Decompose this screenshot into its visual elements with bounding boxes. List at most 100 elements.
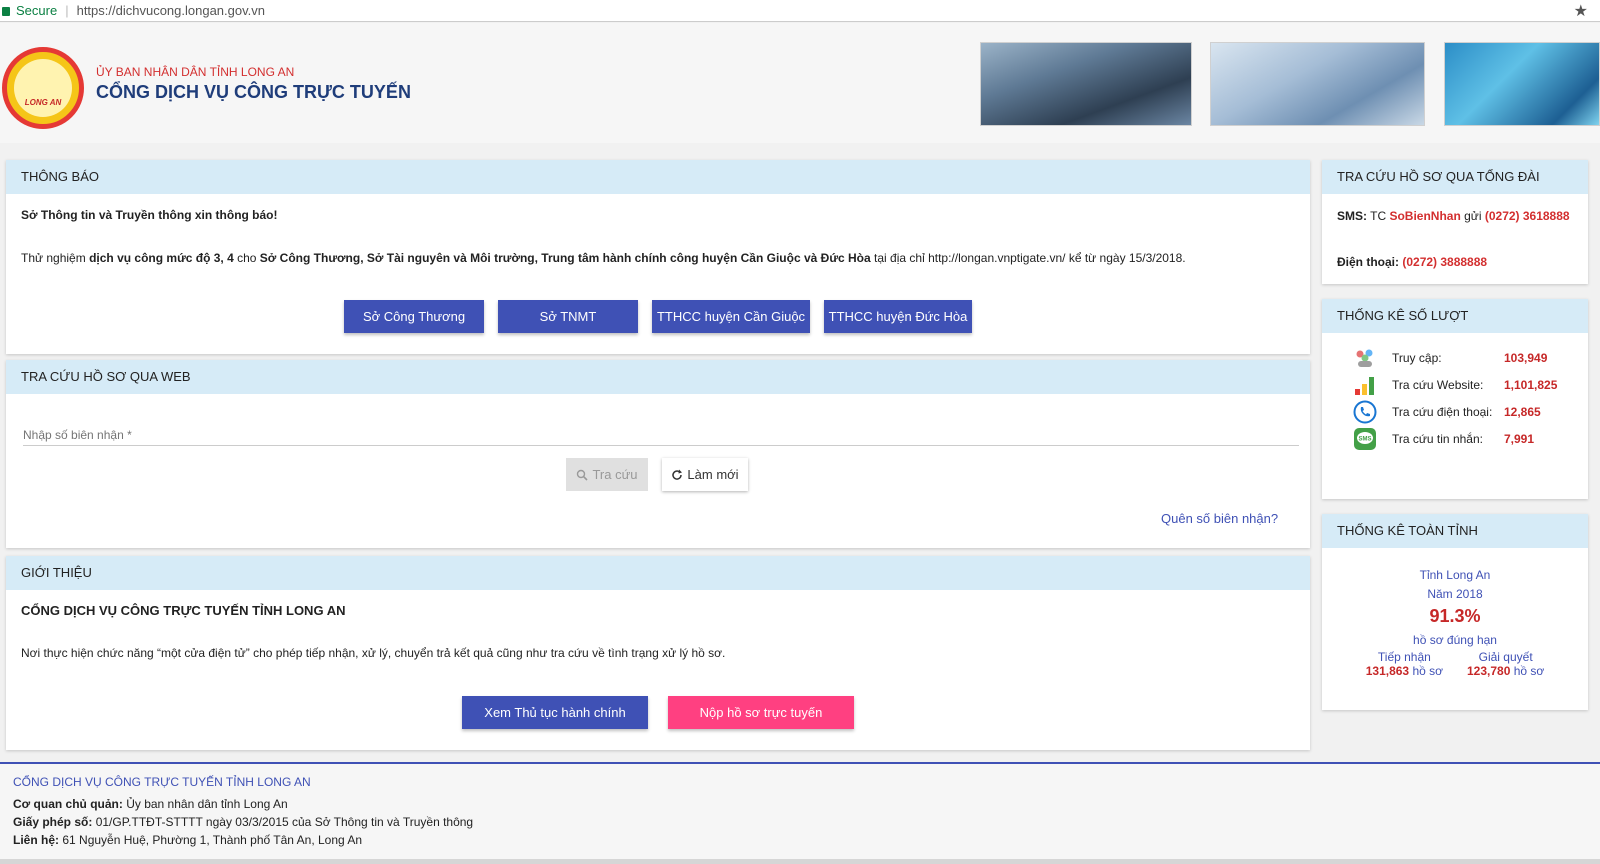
svg-text:SMS: SMS xyxy=(1358,437,1371,443)
bar-chart-icon xyxy=(1352,373,1378,397)
resolved-value: 123,780 xyxy=(1467,664,1511,678)
resolved-column: Giải quyết 123,780 hồ sơ xyxy=(1467,650,1544,678)
province-year: Năm 2018 xyxy=(1427,587,1483,601)
resolved-count: 123,780 hồ sơ xyxy=(1467,664,1544,678)
footer-contact: Liên hệ: 61 Nguyễn Huệ, Phường 1, Thành … xyxy=(13,833,362,847)
stat-label: Tra cứu điện thoại: xyxy=(1392,405,1493,419)
received-unit: hồ sơ xyxy=(1409,664,1443,678)
long-an-logo[interactable]: LONG AN xyxy=(2,47,84,129)
address-bar[interactable]: Secure | https://dichvucong.longan.gov.v… xyxy=(0,0,1600,22)
sms-icon: SMS xyxy=(1352,427,1378,451)
tthcc-duc-hoa-button[interactable]: TTHCC huyện Đức Hòa xyxy=(824,300,972,333)
notice-body-post: tại địa chỉ http://longan.vnptigate.vn/ … xyxy=(870,251,1186,265)
phone-icon xyxy=(1352,400,1378,424)
stat-value: 1,101,825 xyxy=(1504,378,1558,392)
notice-body-pre: Thử nghiệm xyxy=(21,251,90,265)
stat-value: 7,991 xyxy=(1504,432,1535,446)
intro-title: CỔNG DỊCH VỤ CÔNG TRỰC TUYẾN TỈNH LONG A… xyxy=(21,603,346,618)
so-tnmt-button[interactable]: Sở TNMT xyxy=(498,300,638,333)
province-stats-panel: THỐNG KÊ TOÀN TỈNH Tỉnh Long An Năm 2018… xyxy=(1322,514,1588,710)
province-stats-heading: THỐNG KÊ TOÀN TỈNH xyxy=(1322,514,1588,548)
reset-button[interactable]: Làm mới xyxy=(662,458,748,491)
province-counts: Tiếp nhận 131,863 hồ sơ Giải quyết 123,7… xyxy=(1322,650,1588,678)
stat-label: Truy cập: xyxy=(1392,351,1442,365)
stat-value: 12,865 xyxy=(1504,405,1541,419)
site-header: LONG AN ỦY BAN NHÂN DÂN TỈNH LONG AN CỔN… xyxy=(0,23,1600,143)
received-column: Tiếp nhận 131,863 hồ sơ xyxy=(1366,650,1443,678)
users-icon xyxy=(1352,346,1378,370)
secure-label: Secure xyxy=(16,3,58,18)
stat-row-visits: Truy cập: 103,949 xyxy=(1352,346,1582,370)
tel-number: (0272) 3888888 xyxy=(1402,255,1488,269)
lock-icon xyxy=(2,7,10,16)
intro-panel: GIỚI THIỆU CỔNG DỊCH VỤ CÔNG TRỰC TUYẾN … xyxy=(6,556,1310,750)
province-name: Tỉnh Long An xyxy=(1419,568,1491,582)
bookmark-star-icon[interactable]: ★ xyxy=(1574,1,1588,21)
ontime-percent: 91.3% xyxy=(1429,606,1481,626)
notice-title: Sở Thông tin và Truyền thông xin thông b… xyxy=(21,208,278,222)
notice-body: Thử nghiệm dịch vụ công mức độ 3, 4 cho … xyxy=(21,251,1186,265)
footer-title: CỔNG DỊCH VỤ CÔNG TRỰC TUYẾN TỈNH LONG A… xyxy=(13,775,311,789)
owner-label: Cơ quan chủ quản: xyxy=(13,797,123,811)
sms-instructions: SMS: TC SoBienNhan gửi (0272) 3618888 xyxy=(1337,208,1577,225)
notice-body-agencies: Sở Công Thương, Sở Tài nguyên và Môi trư… xyxy=(259,251,871,265)
tel-label: Điện thoại: xyxy=(1337,255,1399,269)
so-cong-thuong-button[interactable]: Sở Công Thương xyxy=(344,300,484,333)
sms-label: SMS: xyxy=(1337,209,1367,223)
stat-row-phone: Tra cứu điện thoại: 12,865 xyxy=(1352,400,1582,424)
license-label: Giấy phép số: xyxy=(13,815,93,829)
refresh-icon xyxy=(672,469,683,480)
sms-keyword: SoBienNhan xyxy=(1389,209,1461,223)
stat-row-sms: SMS Tra cứu tin nhắn: 7,991 xyxy=(1352,427,1582,451)
footer-bottom-bar xyxy=(0,859,1600,864)
web-lookup-heading: TRA CỨU HỒ SƠ QUA WEB xyxy=(6,360,1310,394)
phone-lookup-panel: TRA CỨU HỒ SƠ QUA TỔNG ĐÀI SMS: TC SoBie… xyxy=(1322,160,1588,284)
visit-stats-heading: THỐNG KÊ SỐ LƯỢT xyxy=(1322,299,1588,333)
phone-lookup-heading: TRA CỨU HỒ SƠ QUA TỔNG ĐÀI xyxy=(1322,160,1588,194)
license-value: 01/GP.TTĐT-STTTT ngày 03/3/2015 của Sở T… xyxy=(92,815,474,829)
contact-label: Liên hệ: xyxy=(13,833,60,847)
logo-inner: LONG AN xyxy=(14,59,72,117)
sms-send: gửi xyxy=(1460,209,1485,223)
web-lookup-panel: TRA CỨU HỒ SƠ QUA WEB Tra cứu Làm mới Qu… xyxy=(6,360,1310,548)
notice-panel: THÔNG BÁO Sở Thông tin và Truyền thông x… xyxy=(6,160,1310,354)
portal-title[interactable]: CỔNG DỊCH VỤ CÔNG TRỰC TUYẾN xyxy=(96,82,411,103)
stat-value: 103,949 xyxy=(1504,351,1548,365)
sms-tc: TC xyxy=(1367,209,1390,223)
owner-value: Ủy ban nhân dân tỉnh Long An xyxy=(122,797,288,811)
stat-label: Tra cứu Website: xyxy=(1392,378,1484,392)
banner-keyboard-image xyxy=(980,42,1192,126)
receipt-number-input[interactable] xyxy=(23,424,1299,446)
banner-typing-image xyxy=(1210,42,1425,126)
site-footer: CỔNG DỊCH VỤ CÔNG TRỰC TUYẾN TỈNH LONG A… xyxy=(0,762,1600,864)
address-separator: | xyxy=(65,3,69,18)
footer-owner: Cơ quan chủ quản: Ủy ban nhân dân tỉnh L… xyxy=(13,797,288,811)
received-value: 131,863 xyxy=(1365,664,1410,678)
notice-heading: THÔNG BÁO xyxy=(6,160,1310,194)
intro-body: Nơi thực hiện chức năng “một cửa điện tử… xyxy=(21,646,726,660)
received-label: Tiếp nhận xyxy=(1377,650,1431,664)
url-text[interactable]: https://dichvucong.longan.gov.vn xyxy=(77,3,265,18)
sms-number: (0272) 3618888 xyxy=(1484,209,1570,223)
stat-row-website: Tra cứu Website: 1,101,825 xyxy=(1352,373,1582,397)
tthcc-can-giuoc-button[interactable]: TTHCC huyện Cần Giuộc xyxy=(652,300,810,333)
forgot-receipt-link[interactable]: Quên số biên nhận? xyxy=(1161,511,1278,526)
resolved-label: Giải quyết xyxy=(1478,650,1533,664)
ontime-label: hồ sơ đúng hạn xyxy=(1413,633,1497,647)
search-icon xyxy=(577,469,589,481)
intro-heading: GIỚI THIỆU xyxy=(6,556,1310,590)
org-name: ỦY BAN NHÂN DÂN TỈNH LONG AN xyxy=(96,65,295,79)
phone-instructions: Điện thoại: (0272) 3888888 xyxy=(1337,255,1487,269)
stat-label: Tra cứu tin nhắn: xyxy=(1392,432,1483,446)
contact-value: 61 Nguyễn Huệ, Phường 1, Thành phố Tân A… xyxy=(59,833,363,847)
resolved-unit: hồ sơ xyxy=(1510,664,1545,678)
view-procedures-button[interactable]: Xem Thủ tục hành chính xyxy=(462,696,648,729)
visit-stats-panel: THỐNG KÊ SỐ LƯỢT Truy cập: 103,949 Tra c… xyxy=(1322,299,1588,499)
lookup-button[interactable]: Tra cứu xyxy=(566,458,648,491)
banner-globe-image xyxy=(1444,42,1600,126)
footer-license: Giấy phép số: 01/GP.TTĐT-STTTT ngày 03/3… xyxy=(13,815,473,829)
lookup-button-label: Tra cứu xyxy=(592,467,638,482)
submit-online-button[interactable]: Nộp hồ sơ trực tuyến xyxy=(668,696,854,729)
reset-button-label: Làm mới xyxy=(687,467,739,482)
notice-body-mid: cho xyxy=(233,251,260,265)
